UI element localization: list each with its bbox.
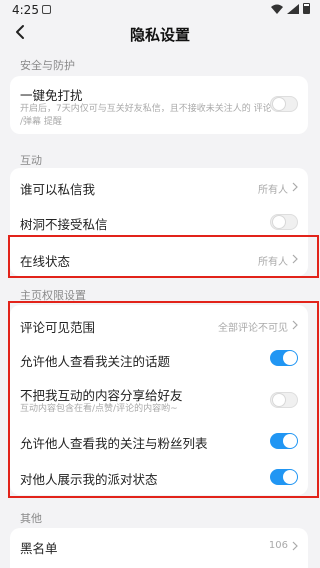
- blacklist-row[interactable]: 黑名单 106: [10, 528, 308, 564]
- following-label: 允许他人查看我的关注与粉丝列表: [20, 436, 208, 451]
- section-label-other: 其他: [20, 512, 42, 525]
- page-title: 隐私设置: [129, 26, 190, 44]
- party-toggle[interactable]: [270, 469, 298, 485]
- share-label: 不把我互动的内容分享给好友: [20, 388, 183, 403]
- online-status-row[interactable]: 在线状态 所有人: [10, 240, 308, 276]
- treehole-toggle[interactable]: [270, 214, 298, 230]
- blacklist-count: 106: [268, 540, 288, 551]
- battery-icon: [303, 3, 310, 14]
- security-card: 一键免打扰 开启后，7天内仅可与互关好友私信，且不接收未关注人的 评论 /弹幕 …: [10, 76, 308, 134]
- share-toggle[interactable]: [270, 392, 298, 408]
- dnd-row[interactable]: 一键免打扰 开启后，7天内仅可与互关好友私信，且不接收未关注人的 评论 /弹幕 …: [10, 76, 308, 134]
- online-status-label: 在线状态: [20, 254, 71, 269]
- other-card: 黑名单 106: [10, 528, 308, 568]
- wifi-icon: [271, 4, 283, 14]
- dnd-desc-line2: /弹幕 提醒: [20, 117, 62, 127]
- who-can-dm-row[interactable]: 谁可以私信我 所有人: [10, 168, 308, 204]
- toggle-knob: [272, 97, 286, 111]
- signal-icon: [287, 3, 299, 14]
- section-label-homepage: 主页权限设置: [20, 289, 86, 302]
- following-toggle[interactable]: [270, 433, 298, 449]
- topics-label: 允许他人查看我关注的话题: [20, 354, 171, 369]
- chevron-right-icon: [292, 541, 298, 551]
- party-label: 对他人展示我的派对状态: [20, 472, 158, 487]
- blacklist-label: 黑名单: [20, 541, 58, 556]
- chevron-right-icon: [292, 182, 298, 192]
- toggle-knob: [283, 434, 297, 448]
- toggle-knob: [283, 351, 297, 365]
- treehole-label: 树洞不接受私信: [20, 217, 108, 232]
- status-icons: [271, 3, 310, 14]
- topics-row: 允许他人查看我关注的话题: [10, 341, 308, 377]
- online-status-value: 所有人: [258, 257, 288, 268]
- dnd-label: 一键免打扰: [20, 88, 83, 103]
- homepage-card: 评论可见范围 全部评论不可见 允许他人查看我关注的话题 不把我互动的内容分享给好…: [10, 305, 308, 495]
- who-can-dm-label: 谁可以私信我: [20, 182, 96, 197]
- following-row: 允许他人查看我的关注与粉丝列表: [10, 423, 308, 459]
- section-label-security: 安全与防护: [20, 59, 75, 72]
- comment-scope-value: 全部评论不可见: [218, 323, 288, 334]
- party-row: 对他人展示我的派对状态: [10, 459, 308, 495]
- comment-scope-row[interactable]: 评论可见范围 全部评论不可见: [10, 305, 308, 341]
- section-label-interaction: 互动: [20, 154, 42, 167]
- status-bar: 4:25: [0, 0, 320, 20]
- interaction-card: 谁可以私信我 所有人 树洞不接受私信 在线状态 所有人: [10, 168, 308, 276]
- status-time: 4:25: [12, 3, 39, 17]
- share-row: 不把我互动的内容分享给好友 互动内容包含在看/点赞/评论的内容哟~: [10, 377, 308, 423]
- chevron-right-icon: [292, 320, 298, 330]
- topics-toggle[interactable]: [270, 350, 298, 366]
- comment-scope-label: 评论可见范围: [20, 320, 96, 335]
- chevron-right-icon: [292, 254, 298, 264]
- treehole-row: 树洞不接受私信: [10, 204, 308, 240]
- notification-icon: [42, 5, 51, 14]
- toggle-knob: [272, 215, 286, 229]
- dnd-desc-line1: 开启后，7天内仅可与互关好友私信，且不接收未关注人的 评论: [20, 104, 272, 114]
- who-can-dm-value: 所有人: [258, 185, 288, 196]
- toggle-knob: [283, 470, 297, 484]
- title-bar: 隐私设置: [0, 20, 320, 48]
- share-desc: 互动内容包含在看/点赞/评论的内容哟~: [20, 404, 178, 414]
- dnd-toggle[interactable]: [270, 96, 298, 112]
- toggle-knob: [272, 393, 286, 407]
